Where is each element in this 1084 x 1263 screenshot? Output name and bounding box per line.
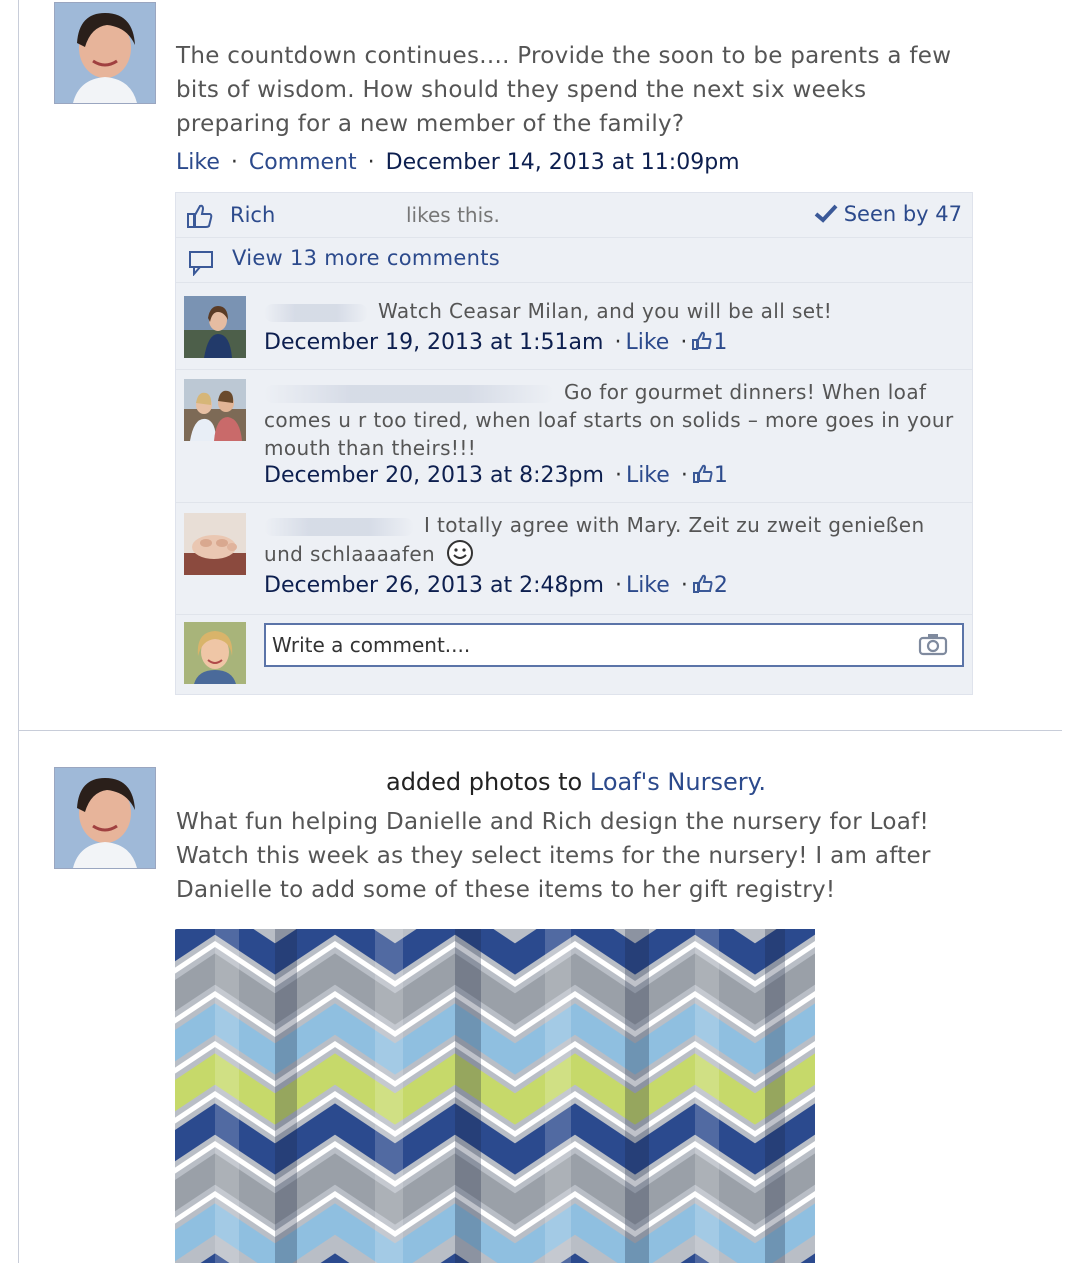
post-divider	[18, 730, 1062, 731]
author-avatar[interactable]	[54, 767, 156, 869]
post-photo[interactable]	[175, 929, 815, 1263]
like-thumb-icon	[692, 464, 713, 483]
like-link[interactable]: Like	[176, 150, 220, 175]
chevron-curtain-image	[175, 929, 815, 1263]
author-avatar[interactable]	[54, 2, 156, 104]
liker-name[interactable]: Rich	[230, 203, 275, 227]
comment-like-count[interactable]: 1	[713, 330, 727, 355]
comments-box: Rich likes this. Seen by 47 View 13 more…	[175, 192, 973, 695]
camera-icon[interactable]	[918, 632, 948, 656]
seen-by[interactable]: Seen by 47	[814, 202, 962, 226]
commenter-name[interactable]	[264, 384, 554, 403]
comment-meta: December 26, 2013 at 2:48pm · Like · 2	[264, 573, 728, 598]
commenter-avatar[interactable]	[184, 513, 246, 575]
like-thumb-icon	[187, 204, 213, 228]
view-more-comments[interactable]: View 13 more comments	[232, 246, 500, 270]
comment-bubble-icon	[189, 251, 213, 276]
comment-body: I totally agree with Mary. Zeit zu zweit…	[264, 511, 954, 568]
likes-suffix: likes this.	[406, 203, 500, 227]
current-user-avatar	[184, 622, 246, 684]
post-text: The countdown continues.... Provide the …	[176, 43, 952, 137]
separator: ·	[230, 150, 238, 175]
comment-text: Watch Ceasar Milan, and you will be all …	[378, 299, 833, 323]
added-photos-text: added photos to	[385, 768, 583, 796]
comment-like-count[interactable]: 2	[714, 573, 728, 598]
post-timestamp[interactable]: December 14, 2013 at 11:09pm	[386, 150, 740, 175]
like-thumb-icon	[692, 331, 712, 350]
comment-meta: December 20, 2013 at 8:23pm · Like · 1	[264, 463, 728, 488]
comment-meta: December 19, 2013 at 1:51am · Like · 1	[264, 330, 728, 355]
comment-timestamp[interactable]: December 20, 2013 at 8:23pm	[264, 463, 604, 488]
commenter-name[interactable]	[264, 517, 414, 536]
comment-link[interactable]: Comment	[249, 150, 357, 175]
comment-like-link[interactable]: Like	[626, 573, 670, 598]
comment-body: Watch Ceasar Milan, and you will be all …	[264, 297, 954, 325]
comment-item: Go for gourmet dinners! When loaf comes …	[176, 370, 972, 503]
separator: ·	[367, 150, 375, 175]
seen-count: Seen by 47	[843, 202, 962, 226]
comment-like-link[interactable]: Like	[626, 463, 670, 488]
comment-like-count[interactable]: 1	[714, 463, 728, 488]
album-link[interactable]: Loaf's Nursery.	[590, 768, 766, 796]
likes-row: Rich likes this. Seen by 47	[176, 193, 972, 238]
commenter-avatar[interactable]	[184, 296, 246, 358]
comment-item: Watch Ceasar Milan, and you will be all …	[176, 283, 972, 370]
comment-timestamp[interactable]: December 26, 2013 at 2:48pm	[264, 573, 604, 598]
checkmark-icon	[814, 204, 838, 223]
comment-box[interactable]	[264, 623, 964, 667]
post-header: added photos to Loaf's Nursery.	[176, 768, 976, 796]
left-border	[18, 0, 19, 1263]
post-actions: Like · Comment · December 14, 2013 at 11…	[176, 150, 740, 175]
view-more-row[interactable]: View 13 more comments	[176, 238, 972, 283]
comment-body: Go for gourmet dinners! When loaf comes …	[264, 378, 954, 462]
smiley-icon	[446, 540, 473, 566]
comment-like-link[interactable]: Like	[625, 330, 669, 355]
like-thumb-icon	[692, 574, 713, 593]
commenter-avatar[interactable]	[184, 379, 246, 441]
post-text: What fun helping Danielle and Rich desig…	[176, 809, 931, 903]
commenter-name[interactable]	[264, 303, 368, 322]
write-comment-input[interactable]	[272, 631, 902, 659]
comment-timestamp[interactable]: December 19, 2013 at 1:51am	[264, 330, 603, 355]
comment-item: I totally agree with Mary. Zeit zu zweit…	[176, 503, 972, 615]
